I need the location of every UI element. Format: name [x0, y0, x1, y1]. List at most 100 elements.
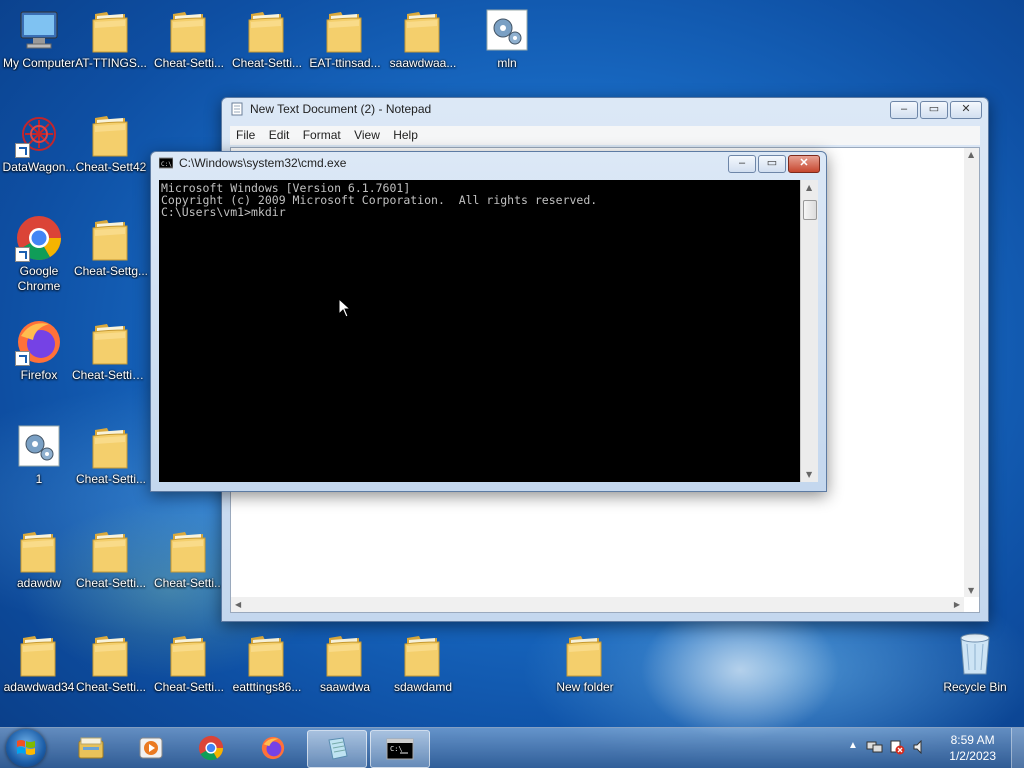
- cmd-minimize-button[interactable]: –: [728, 155, 756, 173]
- cmd-scrollbar[interactable]: ▲ ▼: [800, 180, 818, 482]
- notepad-maximize-button[interactable]: ▭: [920, 101, 948, 119]
- folder-desktop-icon[interactable]: sdawdamd: [384, 630, 462, 695]
- mouse-cursor-icon: [338, 298, 352, 318]
- folder-icon: [165, 526, 213, 574]
- desktop-icon-label: Cheat-Settg...: [73, 264, 149, 278]
- recycle-icon: [951, 630, 999, 678]
- svg-text:C:\: C:\: [390, 745, 403, 753]
- recycle-desktop-icon[interactable]: Recycle Bin: [936, 630, 1014, 695]
- notepad-icon: [231, 102, 243, 116]
- folder-icon: [87, 214, 135, 262]
- close-icon: ✕: [799, 157, 809, 169]
- folder-desktop-icon[interactable]: Cheat-Setti...: [72, 422, 150, 487]
- taskbar-firefox[interactable]: [244, 730, 302, 766]
- folder-icon: [165, 630, 213, 678]
- desktop-icon-label: New folder: [556, 680, 614, 694]
- folder-icon: [15, 526, 63, 574]
- folder-desktop-icon[interactable]: adawdwad34: [0, 630, 78, 695]
- notepad-minimize-button[interactable]: –: [890, 101, 918, 119]
- cmd-maximize-button[interactable]: ▭: [758, 155, 786, 173]
- folder-desktop-icon[interactable]: Cheat-Setti...: [72, 630, 150, 695]
- computer-desktop-icon[interactable]: My Computer: [0, 6, 78, 71]
- settings-desktop-icon[interactable]: mln: [468, 6, 546, 71]
- desktop-icon-label: Cheat-Setti...: [153, 576, 225, 590]
- folder-desktop-icon[interactable]: saawdwaa...: [384, 6, 462, 71]
- maximize-icon: ▭: [928, 103, 940, 115]
- notepad-menubar: File Edit Format View Help: [230, 126, 980, 145]
- folder-desktop-icon[interactable]: adawdw: [0, 526, 78, 591]
- desktop-icon-label: adawdw: [16, 576, 62, 590]
- desktop-icon-label: Cheat-Setti...: [153, 56, 225, 70]
- start-button[interactable]: [6, 729, 46, 767]
- cmd-console[interactable]: Microsoft Windows [Version 6.1.7601] Copy…: [159, 180, 800, 482]
- notepad-vertical-scrollbar[interactable]: ▲ ▼: [964, 148, 979, 597]
- folder-icon: [87, 526, 135, 574]
- menu-view[interactable]: View: [354, 128, 380, 142]
- folder-desktop-icon[interactable]: New folder: [546, 630, 624, 695]
- chrome-icon: [198, 735, 224, 761]
- taskbar-cmd[interactable]: C:\: [370, 730, 430, 768]
- scroll-down-icon: ▼: [968, 586, 975, 595]
- notepad-titlebar[interactable]: New Text Document (2) - Notepad – ▭ ✕: [222, 98, 988, 120]
- firefox-desktop-icon[interactable]: Firefox: [0, 318, 78, 383]
- cmd-icon: C:\: [159, 157, 173, 169]
- folder-icon: [321, 630, 369, 678]
- desktop-icon-label: AT-TTINGS...: [75, 56, 147, 70]
- svg-text:C:\: C:\: [161, 161, 172, 168]
- folder-icon: [87, 318, 135, 366]
- notepad-close-button[interactable]: ✕: [950, 101, 982, 119]
- cmd-titlebar[interactable]: C:\ C:\Windows\system32\cmd.exe – ▭ ✕: [151, 152, 826, 174]
- action-center-icon[interactable]: [888, 739, 906, 755]
- folder-desktop-icon[interactable]: Cheat-Sett42: [72, 110, 150, 175]
- show-hidden-icons-icon[interactable]: ▲: [848, 740, 858, 751]
- datawagon-desktop-icon[interactable]: DataWagon...: [0, 110, 78, 175]
- folder-desktop-icon[interactable]: Cheat-Setti...: [72, 526, 150, 591]
- desktop-icon-label: Recycle Bin: [943, 680, 1007, 694]
- cmd-title: C:\Windows\system32\cmd.exe: [179, 156, 347, 170]
- desktop-icon-label: Cheat-Setti...: [75, 472, 147, 486]
- cmd-close-button[interactable]: ✕: [788, 155, 820, 173]
- menu-file[interactable]: File: [236, 128, 255, 142]
- folder-desktop-icon[interactable]: saawdwa: [306, 630, 384, 695]
- show-desktop-button[interactable]: [1011, 728, 1024, 768]
- desktop-icon-label: Firefox: [20, 368, 58, 382]
- taskbar: C:\ ▲ 8:59 AM 1/2/2023: [0, 727, 1024, 768]
- taskbar-notepad[interactable]: [307, 730, 367, 768]
- folder-desktop-icon[interactable]: Cheat-Setti...: [150, 630, 228, 695]
- folder-desktop-icon[interactable]: Cheat-Settg...: [72, 214, 150, 279]
- folder-desktop-icon[interactable]: Cheat-Setti...: [150, 6, 228, 71]
- explorer-icon: [78, 737, 104, 759]
- taskbar-media-player[interactable]: [122, 730, 180, 766]
- settings-desktop-icon[interactable]: 1: [0, 422, 78, 487]
- taskbar-explorer[interactable]: [62, 730, 120, 766]
- folder-desktop-icon[interactable]: EAT-ttinsad...: [306, 6, 384, 71]
- menu-edit[interactable]: Edit: [269, 128, 290, 142]
- cmd-window[interactable]: C:\ C:\Windows\system32\cmd.exe – ▭ ✕ Mi…: [150, 151, 827, 492]
- folder-icon: [165, 6, 213, 54]
- folder-icon: [87, 422, 135, 470]
- network-icon[interactable]: [866, 739, 884, 755]
- cmd-scroll-thumb[interactable]: [803, 200, 817, 220]
- folder-desktop-icon[interactable]: eatttings86...: [228, 630, 306, 695]
- folder-icon: [321, 6, 369, 54]
- taskbar-chrome[interactable]: [182, 730, 240, 766]
- clock[interactable]: 8:59 AM 1/2/2023: [949, 732, 996, 764]
- folder-desktop-icon[interactable]: AT-TTINGS...: [72, 6, 150, 71]
- folder-icon: [399, 630, 447, 678]
- folder-desktop-icon[interactable]: Cheat-Settings: [72, 318, 150, 383]
- folder-desktop-icon[interactable]: Cheat-Setti...: [150, 526, 228, 591]
- desktop-icon-label: saawdwaa...: [389, 56, 457, 70]
- folder-desktop-icon[interactable]: Cheat-Setti...: [228, 6, 306, 71]
- desktop-icon-label: Cheat-Setti...: [75, 680, 147, 694]
- scroll-up-icon: ▲: [806, 183, 813, 192]
- menu-help[interactable]: Help: [393, 128, 418, 142]
- desktop-icon-label: eatttings86...: [232, 680, 302, 694]
- desktop-icon-label: 1: [35, 472, 43, 486]
- notepad-horizontal-scrollbar[interactable]: ◀ ▶: [231, 597, 964, 612]
- menu-format[interactable]: Format: [303, 128, 341, 142]
- desktop-icon-label: EAT-ttinsad...: [309, 56, 381, 70]
- firefox-icon: [15, 318, 63, 366]
- volume-icon[interactable]: [912, 740, 928, 754]
- chrome-desktop-icon[interactable]: Google Chrome: [0, 214, 78, 294]
- computer-icon: [15, 6, 63, 54]
